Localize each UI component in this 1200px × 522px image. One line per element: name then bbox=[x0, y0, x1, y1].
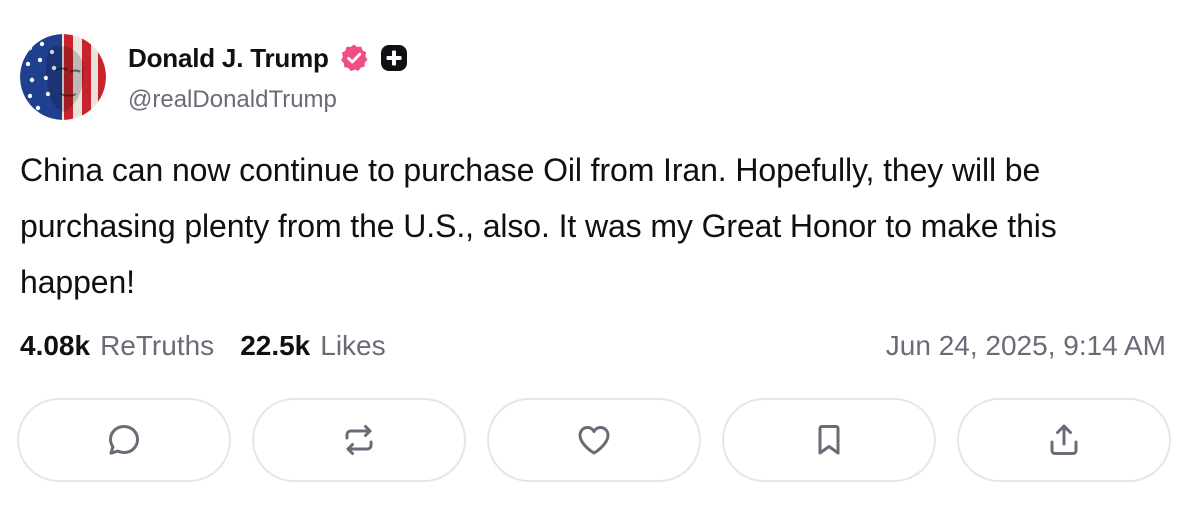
author-display-name[interactable]: Donald J. Trump bbox=[128, 43, 329, 74]
likes-label: Likes bbox=[320, 330, 386, 361]
verified-badge-icon bbox=[339, 43, 369, 73]
like-icon bbox=[578, 426, 610, 455]
likes-count: 22.5k bbox=[240, 330, 311, 361]
share-icon bbox=[1050, 424, 1078, 455]
retruth-button[interactable] bbox=[252, 398, 466, 482]
post-timestamp[interactable]: Jun 24, 2025, 9:14 AM bbox=[886, 326, 1166, 366]
plus-badge-icon bbox=[379, 43, 409, 73]
truth-post: Donald J. Trump @realDonaldTrump China c… bbox=[0, 0, 1200, 522]
bookmark-icon bbox=[818, 425, 840, 455]
reply-icon bbox=[109, 425, 139, 455]
retruths-count: 4.08k bbox=[20, 330, 91, 361]
author-name-row: Donald J. Trump bbox=[128, 40, 409, 76]
reply-button[interactable] bbox=[17, 398, 231, 482]
retruth-icon bbox=[345, 425, 373, 455]
bookmark-button[interactable] bbox=[722, 398, 936, 482]
like-button[interactable] bbox=[487, 398, 701, 482]
share-button[interactable] bbox=[957, 398, 1171, 482]
post-text: China can now continue to purchase Oil f… bbox=[20, 152, 1057, 300]
retruths-label: ReTruths bbox=[100, 330, 215, 361]
likes-stat[interactable]: 22.5k Likes bbox=[240, 330, 385, 362]
post-actions bbox=[17, 398, 1173, 484]
post-stats: 4.08k ReTruths 22.5k Likes bbox=[20, 326, 386, 366]
retruths-stat[interactable]: 4.08k ReTruths bbox=[20, 330, 214, 362]
author-handle[interactable]: @realDonaldTrump bbox=[128, 86, 337, 114]
author-avatar[interactable] bbox=[20, 34, 106, 120]
flag-portrait-avatar bbox=[20, 34, 106, 120]
